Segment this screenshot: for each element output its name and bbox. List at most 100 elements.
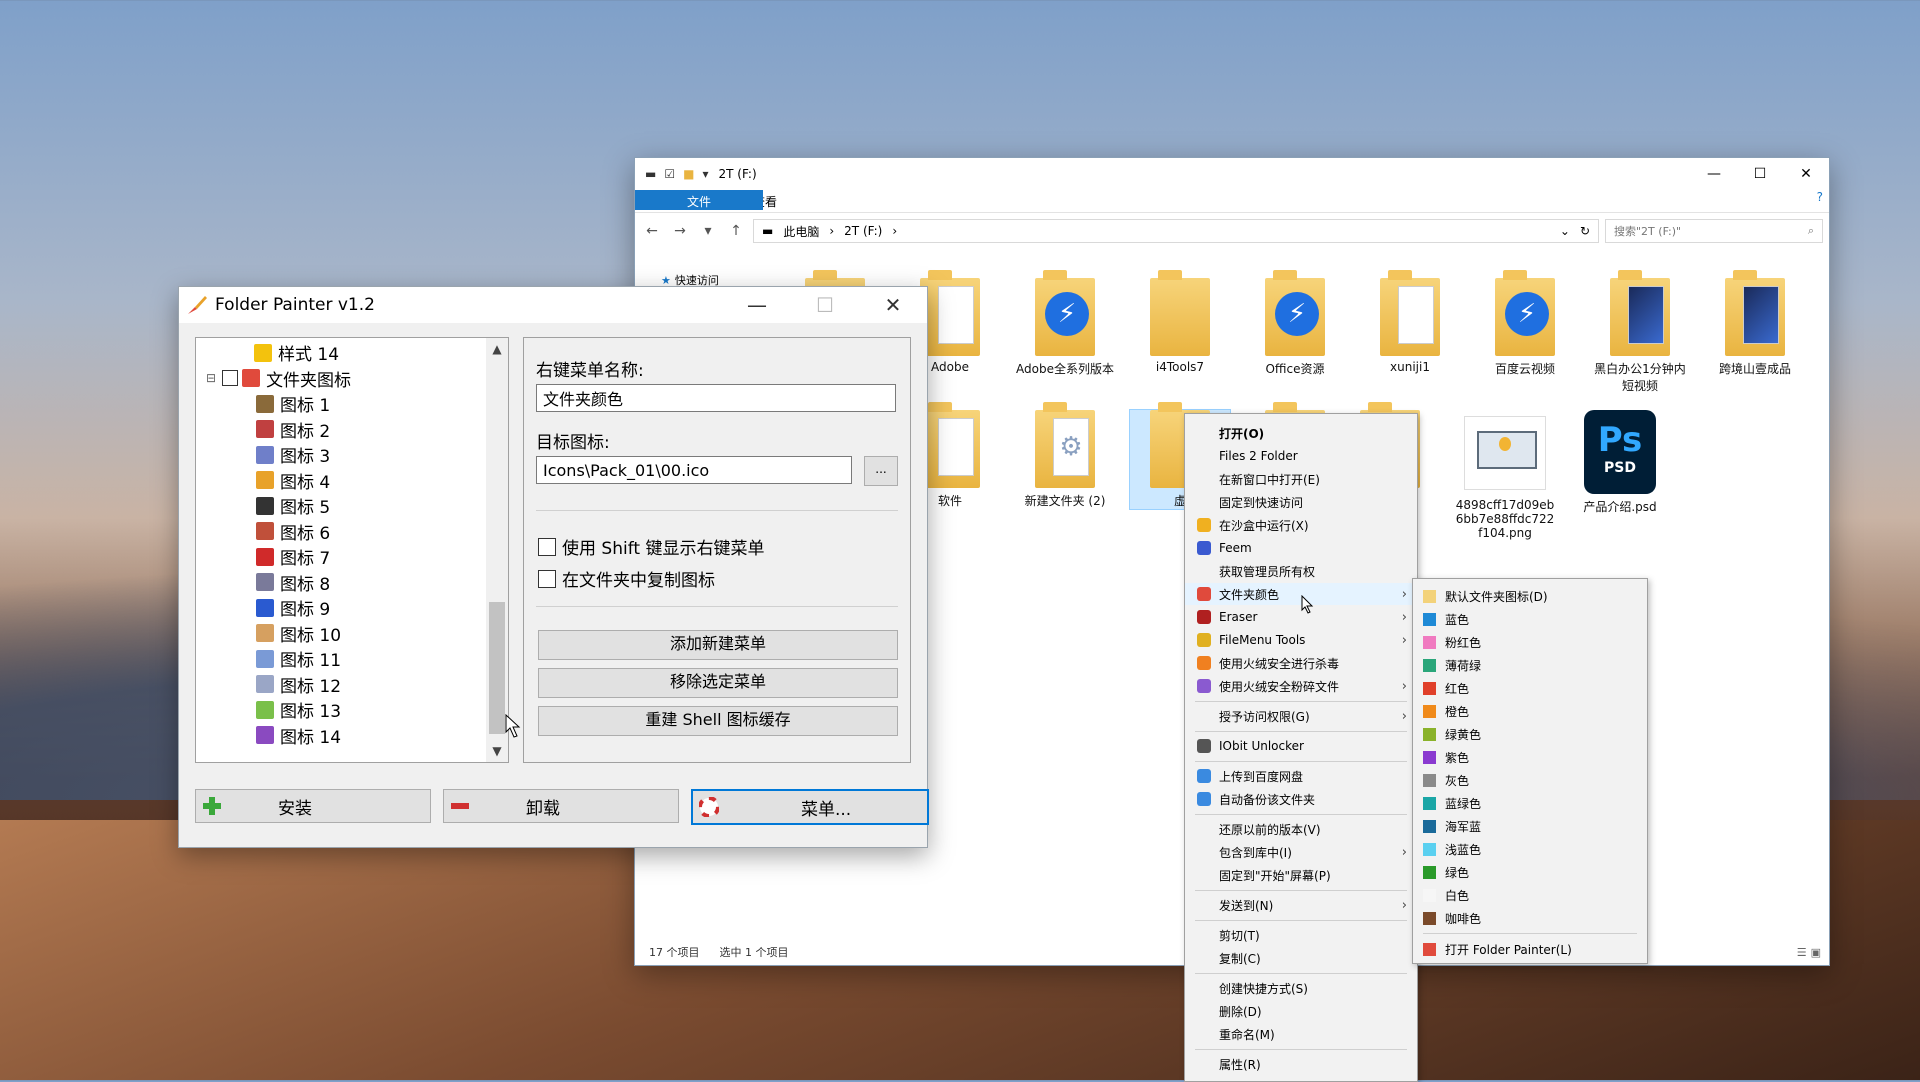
menu-button[interactable]: 菜单... bbox=[691, 789, 929, 825]
up-arrow-icon[interactable]: ↑ bbox=[725, 223, 747, 239]
color-option[interactable]: 蓝绿色 bbox=[1413, 792, 1647, 814]
scroll-thumb[interactable] bbox=[489, 602, 505, 734]
color-option[interactable]: 绿黄色 bbox=[1413, 723, 1647, 745]
tree-item[interactable]: 图标 6 bbox=[256, 519, 330, 545]
scroll-down-icon[interactable]: ▼ bbox=[486, 744, 508, 758]
color-option[interactable]: 灰色 bbox=[1413, 769, 1647, 791]
nav-quick-access[interactable]: ★ 快速访问 bbox=[635, 266, 769, 288]
back-arrow-icon[interactable]: ← bbox=[641, 223, 663, 239]
address-bar[interactable]: ▬ 此电脑 › 2T (F:) › ⌄ ↻ bbox=[753, 219, 1599, 243]
file-item[interactable]: 黑白办公1分钟内短视频 bbox=[1590, 270, 1690, 394]
context-menu-item[interactable]: 发送到(N) › bbox=[1185, 894, 1417, 916]
context-menu-item[interactable]: 在沙盒中运行(X) bbox=[1185, 514, 1417, 536]
file-item[interactable]: 4898cff17d09eb6bb7e88ffdc722f104.png bbox=[1455, 410, 1555, 540]
tab-file[interactable]: 文件 bbox=[635, 190, 763, 210]
context-menu-item[interactable]: Feem bbox=[1185, 537, 1417, 559]
breadcrumb-drive[interactable]: 2T (F:) bbox=[844, 224, 882, 238]
color-option[interactable]: 海军蓝 bbox=[1413, 815, 1647, 837]
shift-checkbox[interactable]: 使用 Shift 键显示右键菜单 bbox=[538, 534, 764, 559]
add-menu-button[interactable]: 添加新建菜单 bbox=[538, 630, 898, 660]
icon-tree[interactable]: ▲ ▼ 样式 14 ⊟ 文件夹图标 图标 1 图标 2 图标 3 图标 4 图标 5 图标 6 图… bbox=[195, 337, 509, 763]
color-option[interactable]: 打开 Folder Painter(L) bbox=[1413, 938, 1647, 960]
context-menu-item[interactable]: 还原以前的版本(V) bbox=[1185, 818, 1417, 840]
context-menu-item[interactable]: 打开(O) bbox=[1185, 422, 1417, 444]
minimize-icon[interactable]: — bbox=[1691, 166, 1737, 182]
tree-item[interactable]: 图标 1 bbox=[256, 391, 330, 417]
tree-item[interactable]: 图标 5 bbox=[256, 493, 330, 519]
close-icon[interactable]: ✕ bbox=[859, 293, 927, 317]
help-icon[interactable]: ? bbox=[1817, 190, 1829, 212]
context-menu-item[interactable]: 剪切(T) bbox=[1185, 924, 1417, 946]
tree-item[interactable]: 图标 14 bbox=[256, 723, 341, 749]
checkbox-box[interactable] bbox=[538, 569, 556, 588]
context-menu-item[interactable]: 使用火绒安全进行杀毒 bbox=[1185, 652, 1417, 674]
file-item[interactable]: ⚡ Office资源 bbox=[1245, 270, 1345, 377]
minimize-icon[interactable]: — bbox=[723, 293, 791, 317]
search-input[interactable]: 搜索"2T (F:)" ⌕ bbox=[1605, 219, 1823, 243]
large-icons-view-icon[interactable]: ▣ bbox=[1811, 946, 1821, 959]
tree-checkbox[interactable] bbox=[222, 370, 239, 387]
tree-item[interactable]: ⊟ 文件夹图标 bbox=[206, 366, 351, 392]
tree-item[interactable]: 图标 9 bbox=[256, 595, 330, 621]
checkbox-box[interactable] bbox=[538, 537, 556, 556]
refresh-icon[interactable]: ↻ bbox=[1580, 224, 1590, 238]
context-menu-item[interactable]: 授予访问权限(G) › bbox=[1185, 705, 1417, 727]
context-menu-item[interactable]: 固定到"开始"屏幕(P) bbox=[1185, 864, 1417, 886]
tree-item[interactable]: 图标 10 bbox=[256, 621, 341, 647]
maximize-icon[interactable]: ☐ bbox=[1737, 166, 1783, 182]
context-menu-item[interactable]: IObit Unlocker bbox=[1185, 735, 1417, 757]
tree-item[interactable]: 图标 12 bbox=[256, 672, 341, 698]
tree-item[interactable]: 图标 2 bbox=[256, 417, 330, 443]
breadcrumb-this-pc[interactable]: 此电脑 bbox=[783, 223, 819, 240]
close-icon[interactable]: ✕ bbox=[1783, 166, 1829, 182]
context-menu-item[interactable]: 重命名(M) bbox=[1185, 1023, 1417, 1045]
file-item[interactable]: xuniji1 bbox=[1360, 270, 1460, 374]
context-menu-item[interactable]: 在新窗口中打开(E) bbox=[1185, 468, 1417, 490]
context-menu-item[interactable]: 删除(D) bbox=[1185, 1000, 1417, 1022]
context-menu-item[interactable]: 上传到百度网盘 bbox=[1185, 765, 1417, 787]
properties-icon[interactable]: ☑ bbox=[664, 167, 675, 181]
tree-item[interactable]: 样式 14 bbox=[254, 340, 339, 366]
context-menu-item[interactable]: 使用火绒安全粉碎文件 › bbox=[1185, 675, 1417, 697]
color-option[interactable]: 咖啡色 bbox=[1413, 907, 1647, 929]
color-option[interactable]: 薄荷绿 bbox=[1413, 654, 1647, 676]
uninstall-button[interactable]: 卸载 bbox=[443, 789, 679, 823]
qat-dropdown-icon[interactable]: ▾ bbox=[702, 167, 708, 181]
tree-item[interactable]: 图标 8 bbox=[256, 570, 330, 596]
context-menu-item[interactable]: 属性(R) bbox=[1185, 1053, 1417, 1075]
context-menu-item[interactable]: 复制(C) bbox=[1185, 947, 1417, 969]
context-menu-item[interactable]: 包含到库中(I) › bbox=[1185, 841, 1417, 863]
file-item[interactable]: ⚙ 新建文件夹 (2) bbox=[1015, 402, 1115, 509]
forward-arrow-icon[interactable]: → bbox=[669, 223, 691, 239]
color-option[interactable]: 默认文件夹图标(D) bbox=[1413, 585, 1647, 607]
tree-item[interactable]: 图标 11 bbox=[256, 646, 341, 672]
file-item[interactable]: 跨境山壹成品 bbox=[1705, 270, 1805, 377]
context-menu-item[interactable]: 创建快捷方式(S) bbox=[1185, 977, 1417, 999]
color-option[interactable]: 橙色 bbox=[1413, 700, 1647, 722]
tree-scrollbar[interactable]: ▲ ▼ bbox=[486, 338, 508, 762]
color-option[interactable]: 白色 bbox=[1413, 884, 1647, 906]
color-option[interactable]: 红色 bbox=[1413, 677, 1647, 699]
browse-button[interactable]: ... bbox=[864, 456, 898, 486]
install-button[interactable]: 安装 bbox=[195, 789, 431, 823]
file-item[interactable]: ⚡ Adobe全系列版本 bbox=[1015, 270, 1115, 377]
file-item[interactable]: Ps PSD 产品介绍.psd bbox=[1570, 410, 1670, 515]
color-option[interactable]: 浅蓝色 bbox=[1413, 838, 1647, 860]
context-menu-item[interactable]: 自动备份该文件夹 bbox=[1185, 788, 1417, 810]
tree-item[interactable]: 图标 13 bbox=[256, 697, 341, 723]
context-menu-item[interactable]: 固定到快速访问 bbox=[1185, 491, 1417, 513]
recent-dropdown-icon[interactable]: ▾ bbox=[697, 223, 719, 239]
context-menu-item[interactable]: FileMenu Tools › bbox=[1185, 629, 1417, 651]
remove-menu-button[interactable]: 移除选定菜单 bbox=[538, 668, 898, 698]
color-option[interactable]: 蓝色 bbox=[1413, 608, 1647, 630]
file-item[interactable]: i4Tools7 bbox=[1130, 270, 1230, 374]
menu-name-input[interactable]: 文件夹颜色 bbox=[536, 384, 896, 412]
scroll-up-icon[interactable]: ▲ bbox=[486, 342, 508, 356]
file-item[interactable]: ⚡ 百度云视频 bbox=[1475, 270, 1575, 377]
drive-icon[interactable]: ▬ bbox=[645, 167, 656, 181]
maximize-icon[interactable]: ☐ bbox=[791, 293, 859, 317]
address-dropdown-icon[interactable]: ⌄ bbox=[1560, 224, 1570, 238]
color-option[interactable]: 粉红色 bbox=[1413, 631, 1647, 653]
context-menu-item[interactable]: 获取管理员所有权 bbox=[1185, 560, 1417, 582]
collapse-icon[interactable]: ⊟ bbox=[206, 371, 216, 385]
